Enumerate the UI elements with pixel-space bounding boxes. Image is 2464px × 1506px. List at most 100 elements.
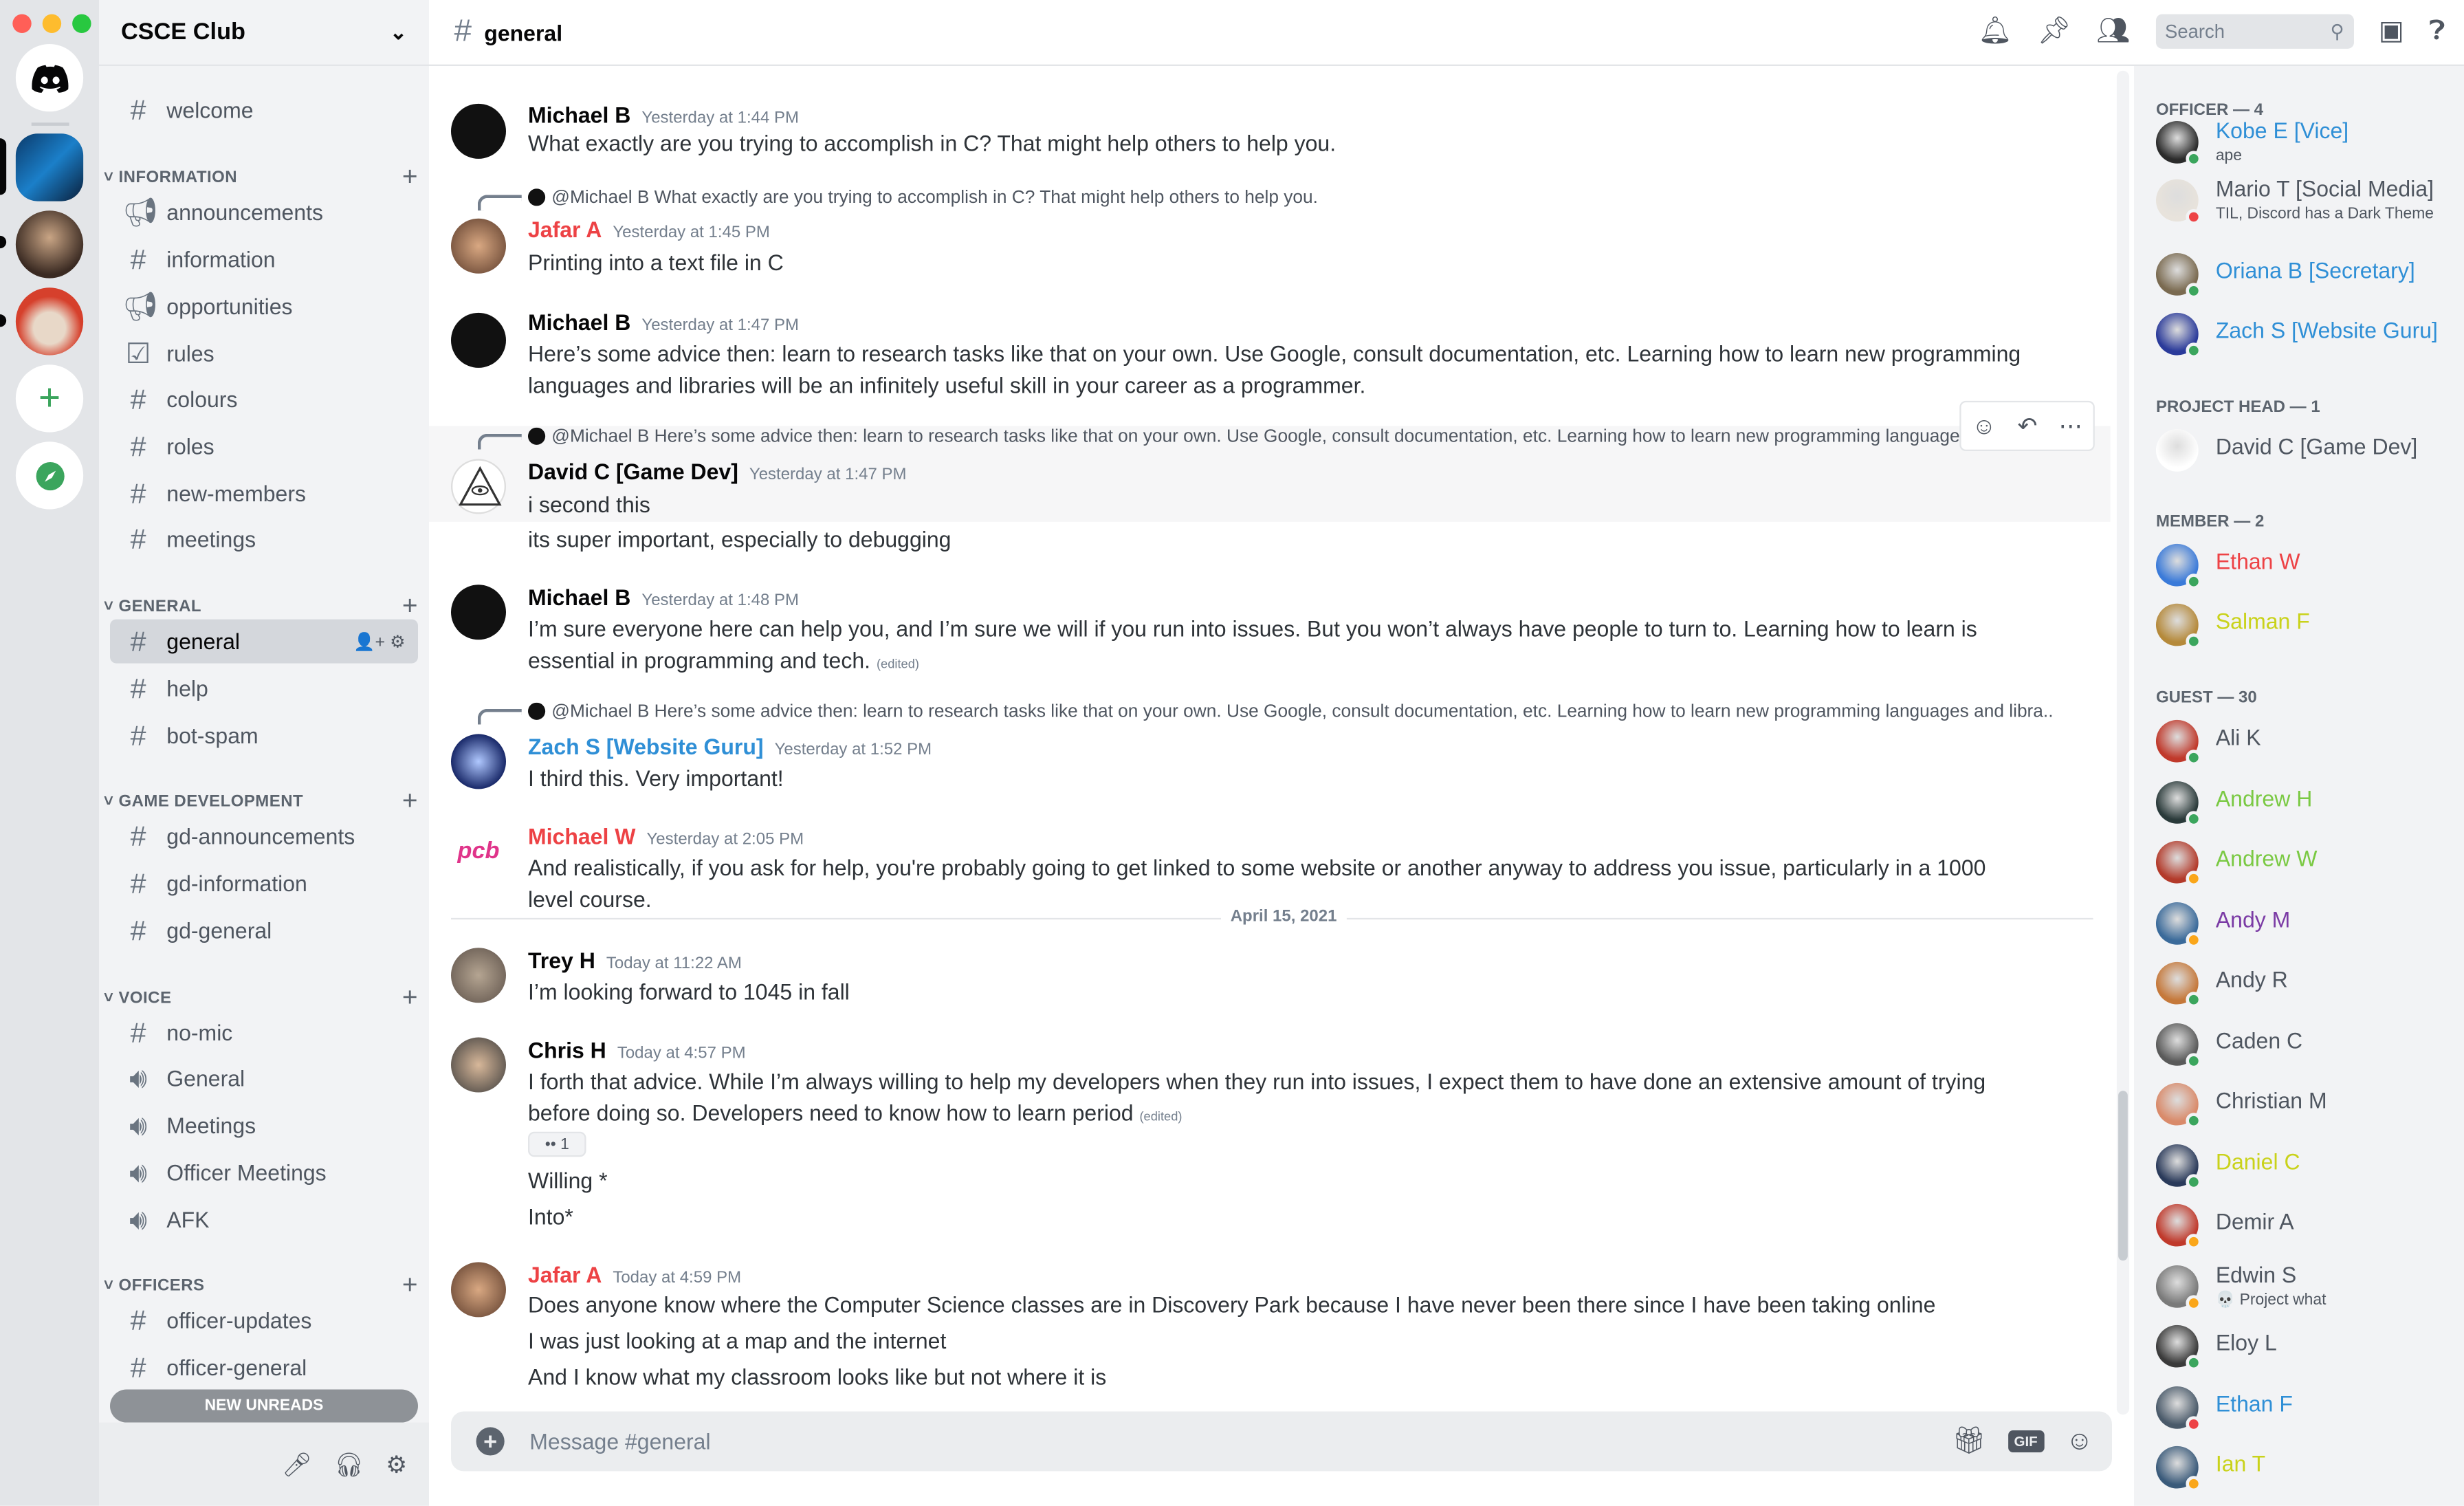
explore-servers-button[interactable] (15, 441, 84, 510)
message-author[interactable]: Michael W (528, 824, 635, 849)
microphone-icon[interactable]: 🎤︎ (282, 1450, 312, 1478)
member-item[interactable]: Zach S [Website Guru] (2155, 309, 2454, 363)
channel-settings-icon[interactable]: 👤+ ⚙ (353, 631, 406, 651)
member-item[interactable]: Andy M (2155, 899, 2454, 952)
sidebar-channel[interactable]: 🔊︎ Meetings (110, 1104, 418, 1148)
message-author[interactable]: Trey H (528, 948, 595, 973)
member-item[interactable]: Christian M (2155, 1080, 2454, 1133)
sidebar-channel[interactable]: # meetings (110, 517, 418, 561)
message-author[interactable]: Michael B (528, 102, 630, 128)
message-author[interactable]: Zach S [Website Guru] (528, 734, 764, 759)
channel-category[interactable]: ˅ OFFICERS + (104, 1270, 418, 1302)
member-item[interactable]: Edwin S 💀 Project what (2155, 1262, 2454, 1316)
member-item[interactable]: Salman F (2155, 600, 2454, 654)
sidebar-channel[interactable]: # welcome (110, 88, 418, 132)
sidebar-channel[interactable]: # new-members (110, 472, 418, 516)
new-unreads-button[interactable]: NEW UNREADS (109, 1389, 418, 1423)
member-item[interactable]: Caden C (2155, 1020, 2454, 1073)
member-list-icon[interactable]: 👥︎ (2096, 16, 2130, 47)
avatar[interactable] (450, 734, 506, 789)
channel-category[interactable]: ˅ GENERAL + (104, 591, 418, 622)
headphones-icon[interactable]: 🎧︎ (334, 1450, 364, 1478)
sidebar-channel[interactable]: 📢︎ opportunities (110, 285, 418, 329)
sidebar-channel[interactable]: # information (110, 237, 418, 281)
message-author[interactable]: Michael B (528, 309, 630, 335)
sidebar-channel[interactable]: # roles (110, 424, 418, 468)
member-item[interactable]: Andy R (2155, 959, 2454, 1012)
sidebar-channel[interactable]: # gd-information (110, 862, 418, 906)
channel-category[interactable]: ˅ INFORMATION + (104, 162, 418, 193)
member-item[interactable]: Andrew H (2155, 778, 2454, 831)
server-icon-2[interactable] (15, 210, 84, 279)
avatar[interactable] (450, 312, 506, 368)
message-input[interactable]: Message #general (529, 1429, 710, 1454)
search-input[interactable]: Search ⚲ (2155, 14, 2354, 49)
upload-plus-icon[interactable]: + (476, 1427, 505, 1456)
sidebar-channel[interactable]: # officer-general (110, 1346, 418, 1390)
reply-preview[interactable]: @Michael B Here’s some advice then: lear… (528, 428, 2052, 446)
channel-category[interactable]: ˅ GAME DEVELOPMENT + (104, 786, 418, 818)
member-item[interactable]: Eloy L (2155, 1322, 2454, 1375)
sidebar-channel[interactable]: # no-mic (110, 1011, 418, 1055)
member-item[interactable]: Ali K (2155, 717, 2454, 770)
avatar[interactable]: pcb (450, 823, 506, 879)
sidebar-channel[interactable]: 🔊︎ AFK (110, 1198, 418, 1242)
reply-preview[interactable]: @Michael B What exactly are you trying t… (528, 188, 2052, 207)
avatar[interactable] (450, 103, 506, 159)
settings-gear-icon[interactable]: ⚙ (386, 1450, 407, 1478)
avatar[interactable] (450, 218, 506, 274)
message-author[interactable]: Chris H (528, 1038, 606, 1063)
more-options-icon[interactable]: ⋯ (2059, 412, 2082, 440)
gif-icon[interactable]: GIF (2008, 1430, 2044, 1452)
server-icon-csce[interactable] (15, 133, 84, 201)
message-author[interactable]: David C [Game Dev] (528, 459, 738, 484)
sidebar-channel[interactable]: 🔊︎ Officer Meetings (110, 1150, 418, 1194)
server-icon-3[interactable] (15, 287, 84, 356)
inbox-icon[interactable]: ▣ (2379, 16, 2404, 47)
avatar[interactable] (450, 1262, 506, 1318)
sidebar-channel[interactable]: # gd-general (110, 908, 418, 952)
discord-home-button[interactable] (15, 43, 84, 112)
add-server-button[interactable]: + (15, 364, 84, 433)
maximize-window-button[interactable] (72, 14, 91, 33)
avatar[interactable] (450, 1037, 506, 1093)
channel-category[interactable]: ˅ VOICE + (104, 983, 418, 1014)
member-item[interactable]: Ian T (2155, 1443, 2454, 1496)
reply-icon[interactable]: ↶ (2018, 412, 2038, 440)
help-icon[interactable]: ❓︎ (2429, 16, 2445, 47)
avatar[interactable] (450, 948, 506, 1003)
sidebar-channel[interactable]: # help (110, 666, 418, 710)
server-header[interactable]: CSCE Club ⌄ (98, 0, 429, 66)
add-channel-icon[interactable]: + (402, 983, 418, 1014)
minimize-window-button[interactable] (42, 14, 62, 33)
message-author[interactable]: Michael B (528, 585, 630, 610)
member-item[interactable]: Andrew W (2155, 838, 2454, 891)
notification-bell-icon[interactable]: 🔔︎ (1979, 16, 2012, 47)
sidebar-channel[interactable]: # gd-announcements (110, 814, 418, 858)
member-item[interactable]: Daniel C (2155, 1141, 2454, 1194)
message-author[interactable]: Jafar A (528, 1262, 602, 1287)
member-item[interactable]: Mario T [Social Media] TIL, Discord has a… (2155, 176, 2454, 230)
reaction-pill[interactable]: •• 1 (527, 1131, 586, 1157)
add-channel-icon[interactable]: + (402, 162, 418, 193)
gift-icon[interactable]: 🎁︎ (1952, 1426, 1986, 1457)
add-channel-icon[interactable]: + (402, 591, 418, 622)
avatar[interactable] (450, 459, 506, 514)
sidebar-channel[interactable]: ☑ rules (110, 331, 418, 375)
message-composer[interactable]: + Message #general 🎁︎ GIF ☺ (450, 1411, 2112, 1472)
sidebar-channel[interactable]: 📢︎ announcements (110, 190, 418, 234)
avatar[interactable] (450, 585, 506, 640)
sidebar-channel[interactable]: # officer-updates (110, 1298, 418, 1342)
member-item[interactable]: Kobe E [Vice] ape (2155, 118, 2454, 171)
sidebar-channel[interactable]: 🔊︎ General (110, 1056, 418, 1100)
member-item[interactable]: David C [Game Dev] (2155, 426, 2454, 479)
member-item[interactable]: Demir A (2155, 1201, 2454, 1254)
member-item[interactable]: Ethan W (2155, 541, 2454, 594)
sidebar-channel[interactable]: # general 👤+ ⚙ (109, 619, 418, 664)
member-item[interactable]: Ethan F (2155, 1383, 2454, 1437)
close-window-button[interactable] (12, 14, 32, 33)
message-author[interactable]: Jafar A (528, 217, 602, 242)
sidebar-channel[interactable]: # colours (110, 378, 418, 422)
emoji-icon[interactable]: ☺ (2066, 1426, 2093, 1457)
member-item[interactable]: Oriana B [Secretary] (2155, 250, 2454, 303)
